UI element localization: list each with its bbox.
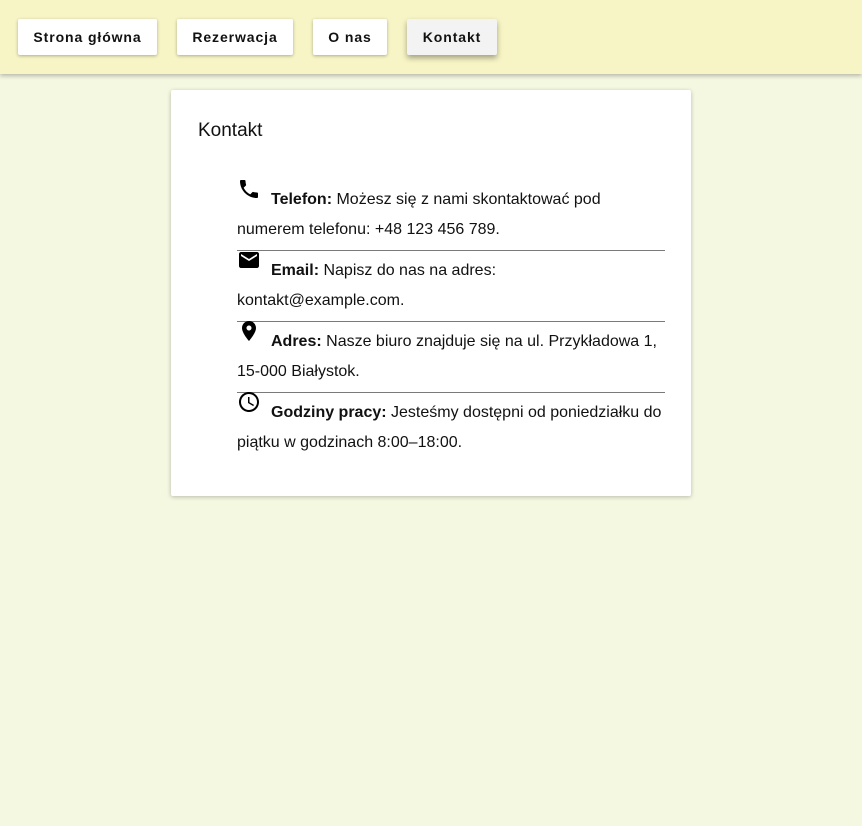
contact-card: Kontakt Telefon: Możesz się z nami skont… (171, 90, 691, 496)
contact-item-label: Telefon: (271, 191, 333, 208)
nav-button-reservation[interactable]: Rezerwacja (177, 19, 293, 55)
clock-icon (237, 390, 261, 414)
nav-button-contact[interactable]: Kontakt (407, 19, 497, 55)
contact-item-label: Adres: (271, 333, 322, 350)
nav-button-home[interactable]: Strona główna (18, 19, 157, 55)
contact-item-address: Adres: Nasze biuro znajduje się na ul. P… (237, 319, 665, 393)
contact-item-label: Email: (271, 262, 320, 279)
location-pin-icon (237, 319, 261, 343)
top-navigation-bar: Strona główna Rezerwacja O nas Kontakt (0, 0, 862, 74)
contact-item-phone: Telefon: Możesz się z nami skontaktować … (237, 180, 665, 251)
phone-icon (237, 177, 261, 201)
email-icon (237, 248, 261, 272)
card-title: Kontakt (198, 120, 263, 141)
contact-list: Telefon: Możesz się z nami skontaktować … (237, 180, 665, 463)
contact-item-hours: Godziny pracy: Jesteśmy dostępni od poni… (237, 390, 665, 463)
nav-button-about[interactable]: O nas (313, 19, 387, 55)
contact-item-email: Email: Napisz do nas na adres: kontakt@e… (237, 251, 665, 322)
contact-item-label: Godziny pracy: (271, 404, 387, 421)
